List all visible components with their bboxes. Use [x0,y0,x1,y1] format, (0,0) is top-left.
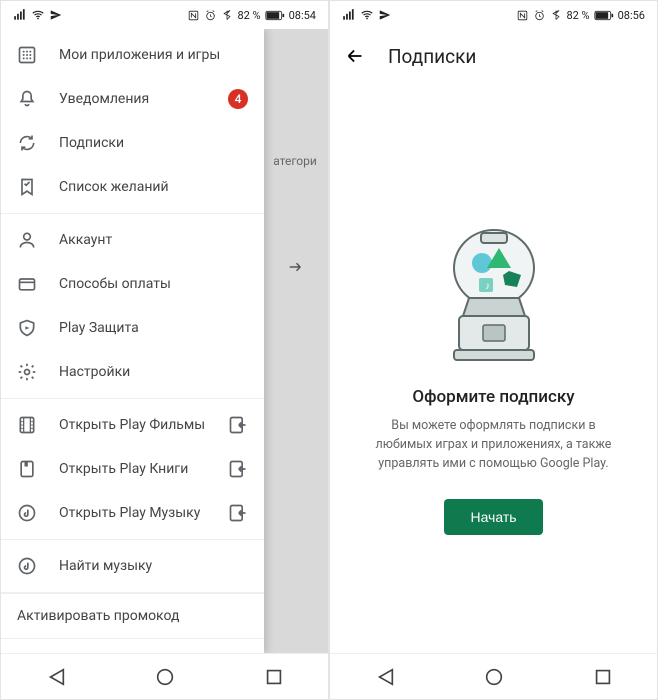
menu-label: Настройки [59,364,248,380]
menu-item-bell[interactable]: Уведомления 4 [1,77,264,121]
nav-recents-icon[interactable] [592,666,614,688]
bluetooth-icon [550,9,562,21]
open-external-icon [228,503,248,523]
app-bar: Подписки [330,29,657,83]
nav-home-icon[interactable] [483,666,505,688]
arrow-icon [286,258,304,276]
promo-label: Активировать промокод [17,608,179,624]
alarm-icon [533,9,546,22]
battery-icon [594,10,614,21]
send-icon [49,8,63,22]
menu-item-music[interactable]: Открыть Play Музыку [1,491,264,535]
start-button[interactable]: Начать [444,499,542,535]
user-icon [17,230,37,250]
menu-item-card[interactable]: Способы оплаты [1,262,264,306]
notification-badge: 4 [228,89,248,109]
nav-recents-icon[interactable] [263,666,285,688]
status-bar: 82 % 08:54 [1,1,328,29]
menu-label: Play Защита [59,320,248,336]
system-navbar [330,653,657,699]
music-icon [17,503,37,523]
phone-right-subscriptions: 82 % 08:56 Подписки ♪ Оформи [329,0,658,700]
menu-item-book[interactable]: Открыть Play Книги [1,447,264,491]
status-bar: 82 % 08:56 [330,1,657,29]
menu-item-apps[interactable]: Мои приложения и игры [1,33,264,77]
menu-label: Аккаунт [59,232,248,248]
nfc-icon [187,9,200,22]
open-external-icon [228,459,248,479]
start-button-label: Начать [470,509,516,525]
music-icon [17,556,37,576]
menu-label: Подписки [59,135,248,151]
menu-item-shield[interactable]: Play Защита [1,306,264,350]
gumball-illustration: ♪ [439,223,549,363]
menu-label: Открыть Play Музыку [59,505,206,521]
menu-label: Мои приложения и игры [59,47,248,63]
open-external-icon [228,415,248,435]
back-button-icon[interactable] [344,45,366,67]
menu-item-refresh[interactable]: Подписки [1,121,264,165]
nav-back-icon[interactable] [45,666,67,688]
system-navbar [1,653,328,699]
bookmark-icon [17,177,37,197]
film-icon [17,415,37,435]
battery-text: 82 % [566,9,589,22]
bluetooth-icon [221,9,233,21]
gear-icon [17,362,37,382]
battery-icon [265,10,285,21]
menu-item-film[interactable]: Открыть Play Фильмы [1,403,264,447]
menu-label: Найти музыку [59,558,248,574]
clock-text: 08:54 [289,9,316,22]
empty-title: Оформите подписку [412,387,574,407]
refresh-icon [17,133,37,153]
svg-text:♪: ♪ [485,281,490,292]
page-title: Подписки [388,45,476,68]
signal-icon [342,8,356,22]
battery-text: 82 % [237,9,260,22]
menu-item-user[interactable]: Аккаунт [1,218,264,262]
navigation-drawer: Мои приложения и игры Уведомления 4 Подписк… [1,29,264,653]
menu-label: Уведомления [59,91,206,107]
shield-icon [17,318,37,338]
nav-home-icon[interactable] [154,666,176,688]
empty-description: Вы можете оформлять подписки в любимых и… [364,417,623,473]
nfc-icon [516,9,529,22]
menu-label: Способы оплаты [59,276,248,292]
promo-code-button[interactable]: Активировать промокод [1,593,264,639]
menu-item-gear[interactable]: Настройки [1,350,264,394]
alarm-icon [204,9,217,22]
menu-label: Список желаний [59,179,248,195]
card-icon [17,274,37,294]
empty-state: ♪ Оформите подписку Вы можете оформлять … [330,83,657,535]
signal-icon [13,8,27,22]
bell-icon [17,89,37,109]
apps-icon [17,45,37,65]
menu-item-music[interactable]: Найти музыку [1,544,264,588]
menu-label: Открыть Play Фильмы [59,417,206,433]
book-icon [17,459,37,479]
wifi-icon [360,8,374,22]
send-icon [378,8,392,22]
phone-left-drawer: 82 % 08:54 атегори Мои приложения и игры… [0,0,329,700]
bg-text: атегори [273,154,317,168]
nav-back-icon[interactable] [374,666,396,688]
menu-item-bookmark[interactable]: Список желаний [1,165,264,209]
menu-label: Открыть Play Книги [59,461,206,477]
clock-text: 08:56 [618,9,645,22]
wifi-icon [31,8,45,22]
